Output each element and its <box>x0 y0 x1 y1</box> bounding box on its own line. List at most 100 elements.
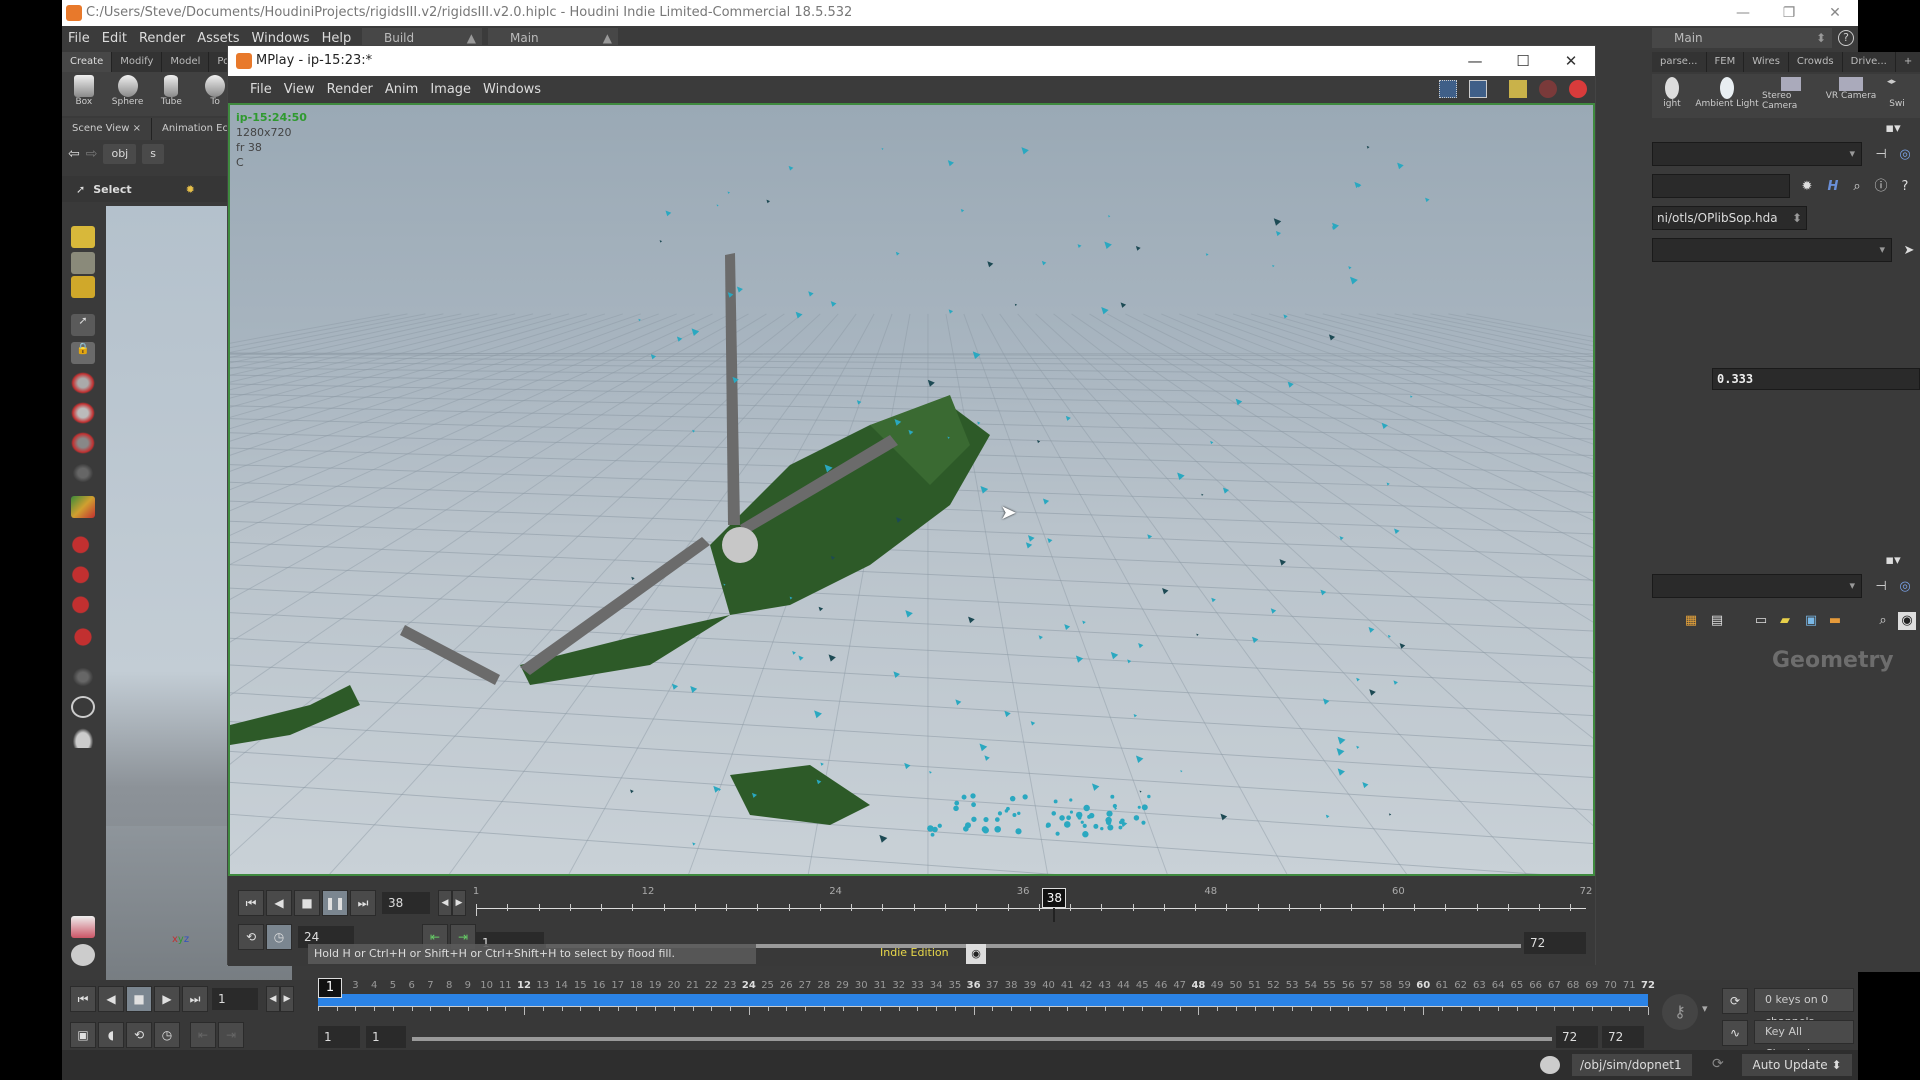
minimize-button[interactable]: — <box>1720 0 1766 26</box>
mplay-ruler[interactable]: 1 12 24 36 48 60 72 38 <box>473 886 1592 926</box>
menu-edit[interactable]: Edit <box>96 31 133 46</box>
parameter-filter-field[interactable] <box>1652 174 1790 198</box>
range-end-button[interactable]: ⇥ <box>218 1022 244 1048</box>
menu-windows[interactable]: Windows <box>246 31 316 46</box>
parameter-dropdown[interactable]: ▾ <box>1652 238 1892 262</box>
help-icon[interactable]: ? <box>1838 30 1854 46</box>
jump-end-button[interactable]: ⏭ <box>182 986 208 1012</box>
path-sop[interactable]: s <box>142 144 164 164</box>
shelf-tab-create[interactable]: Create <box>62 52 113 72</box>
mplay-stop-button[interactable]: ■ <box>294 890 320 916</box>
pin-icon[interactable]: ⊣ <box>1872 146 1890 164</box>
shelf-tab-crowds[interactable]: Crowds <box>1788 52 1843 72</box>
move-tool-icon[interactable] <box>71 372 95 394</box>
timeline-cache-bar[interactable] <box>318 994 1648 1006</box>
close-button[interactable]: ✕ <box>1547 46 1595 76</box>
close-button[interactable]: ✕ <box>1812 0 1858 26</box>
end-frame-field[interactable]: 72 <box>1602 1026 1644 1048</box>
shelf-tab-model[interactable]: Model <box>162 52 210 72</box>
maximize-button[interactable]: ☐ <box>1499 46 1547 76</box>
pane-menu-icon[interactable]: ▪▾ <box>1884 552 1902 570</box>
mplay-jump-start-button[interactable]: ⏮ <box>238 890 264 916</box>
mplay-menu-render[interactable]: Render <box>321 82 379 97</box>
magnet-curve-icon[interactable] <box>71 566 95 588</box>
range-end-field[interactable]: 72 <box>1556 1026 1598 1048</box>
view-camera-icon[interactable] <box>71 696 95 718</box>
range-start-field[interactable]: 1 <box>366 1026 406 1048</box>
eye-icon[interactable]: ◉ <box>966 944 986 964</box>
mplay-jump-end-button[interactable]: ⏭ <box>350 890 376 916</box>
mplay-step-forward-button[interactable]: ▶ <box>452 890 466 916</box>
mplay-menu-anim[interactable]: Anim <box>379 82 424 97</box>
play-reverse-button[interactable]: ◀ <box>98 986 124 1012</box>
realtime-button[interactable]: ◷ <box>154 1022 180 1048</box>
frame-field[interactable]: 1 <box>212 988 258 1010</box>
render-icon[interactable] <box>1509 80 1527 98</box>
network-box-icon[interactable]: ▭ <box>1752 612 1770 630</box>
animation-editor-icon[interactable]: ∿ <box>1722 1020 1748 1046</box>
mplay-titlebar[interactable]: MPlay - ip-15:23:* — ☐ ✕ <box>228 46 1595 76</box>
channel-list-icon[interactable]: ⟳ <box>1722 988 1748 1014</box>
spreadsheet-path-dropdown[interactable]: ▾ <box>1652 574 1862 598</box>
audio-button[interactable]: ◖ <box>98 1022 124 1048</box>
brain-icon[interactable] <box>1540 1056 1560 1074</box>
grid-list-icon[interactable]: ▤ <box>1708 612 1726 630</box>
full-size-icon[interactable] <box>1469 80 1487 98</box>
menu-help[interactable]: Help <box>316 31 358 46</box>
tab-animation-editor[interactable]: Animation Ec <box>151 118 239 140</box>
mplay-play-reverse-button[interactable]: ◀ <box>266 890 292 916</box>
mplay-viewport[interactable]: ip-15:24:50 1280x720 fr 38 C ➤ <box>228 103 1595 876</box>
rotate-tool-icon[interactable] <box>71 402 95 424</box>
step-forward-button[interactable]: ▶ <box>280 986 294 1012</box>
pointer-icon[interactable]: ➤ <box>1900 242 1918 260</box>
jump-start-button[interactable]: ⏮ <box>70 986 96 1012</box>
magnet-grid-icon[interactable] <box>71 536 95 558</box>
restore-button[interactable]: ❐ <box>1766 0 1812 26</box>
mplay-current-frame-marker[interactable]: 38 <box>1042 888 1067 908</box>
network-path-indicator[interactable]: /obj/sim/dopnet1 ⬍ <box>1572 1054 1692 1076</box>
magnet-point-icon[interactable] <box>71 596 95 618</box>
flipbook-button[interactable]: ▣ <box>70 1022 96 1048</box>
tool-stereo-camera[interactable]: Stereo Camera <box>1762 74 1820 118</box>
range-slider[interactable] <box>412 1037 1552 1041</box>
render-region-icon[interactable] <box>71 916 95 938</box>
tool-vr-camera[interactable]: VR Camera <box>1820 74 1882 118</box>
stop-button[interactable]: ■ <box>126 986 152 1012</box>
gear-icon[interactable]: ✹ <box>186 183 195 196</box>
eye-icon[interactable]: ◉ <box>1898 612 1916 630</box>
pane-menu-icon[interactable]: ▪▾ <box>1884 120 1902 138</box>
key-all-channels-button[interactable]: Key All Channels <box>1754 1020 1854 1060</box>
pin-icon[interactable]: ⊣ <box>1872 578 1890 596</box>
shelf-tab-drive[interactable]: Drive... <box>1842 52 1896 72</box>
tool-switcher[interactable]: ◂▸ Swi <box>1882 74 1912 118</box>
network-path-dropdown[interactable]: ▾ <box>1652 142 1862 166</box>
shelf-tab-sparse[interactable]: parse... <box>1652 52 1707 72</box>
keys-channels-button[interactable]: 0 keys on 0 channels <box>1754 988 1854 1028</box>
minimize-button[interactable]: — <box>1451 46 1499 76</box>
tool-sphere[interactable]: Sphere <box>106 72 150 116</box>
mplay-loop-button[interactable]: ⟲ <box>238 924 264 950</box>
color-palette-icon[interactable]: ▦ <box>1682 612 1700 630</box>
mplay-menu-file[interactable]: File <box>244 82 278 97</box>
handle-tool-icon[interactable] <box>71 496 95 518</box>
tab-scene-view[interactable]: Scene View × <box>62 118 152 140</box>
record-dim-icon[interactable] <box>1539 80 1557 98</box>
scale-tool-icon[interactable] <box>71 432 95 454</box>
subnet-box-icon[interactable]: ▬ <box>1826 612 1844 630</box>
sticky-note-icon[interactable]: ▰ <box>1776 612 1794 630</box>
current-frame-marker[interactable]: 1 <box>318 978 342 998</box>
info-icon[interactable]: ⓘ <box>1872 178 1890 196</box>
fit-window-icon[interactable] <box>1439 80 1457 98</box>
otl-path-field[interactable]: ni/otls/OPlibSop.hda ⬍ <box>1652 206 1807 230</box>
link-icon[interactable]: ◎ <box>1896 578 1914 596</box>
pose-tool-icon[interactable] <box>71 462 95 484</box>
snap-point-icon[interactable] <box>71 252 95 274</box>
add-shelf-button[interactable]: + ▾ <box>1895 52 1920 87</box>
shelf-tab-fem[interactable]: FEM <box>1706 52 1745 72</box>
key-dropdown-icon[interactable]: ▾ <box>1702 1002 1708 1015</box>
refresh-icon[interactable]: ⟳ <box>1712 1056 1724 1072</box>
forward-arrow-icon[interactable]: ⇨ <box>86 146 98 162</box>
mplay-menu-view[interactable]: View <box>278 82 321 97</box>
range-start-button[interactable]: ⇤ <box>190 1022 216 1048</box>
select-arrow-icon[interactable]: ➚ <box>76 183 85 196</box>
